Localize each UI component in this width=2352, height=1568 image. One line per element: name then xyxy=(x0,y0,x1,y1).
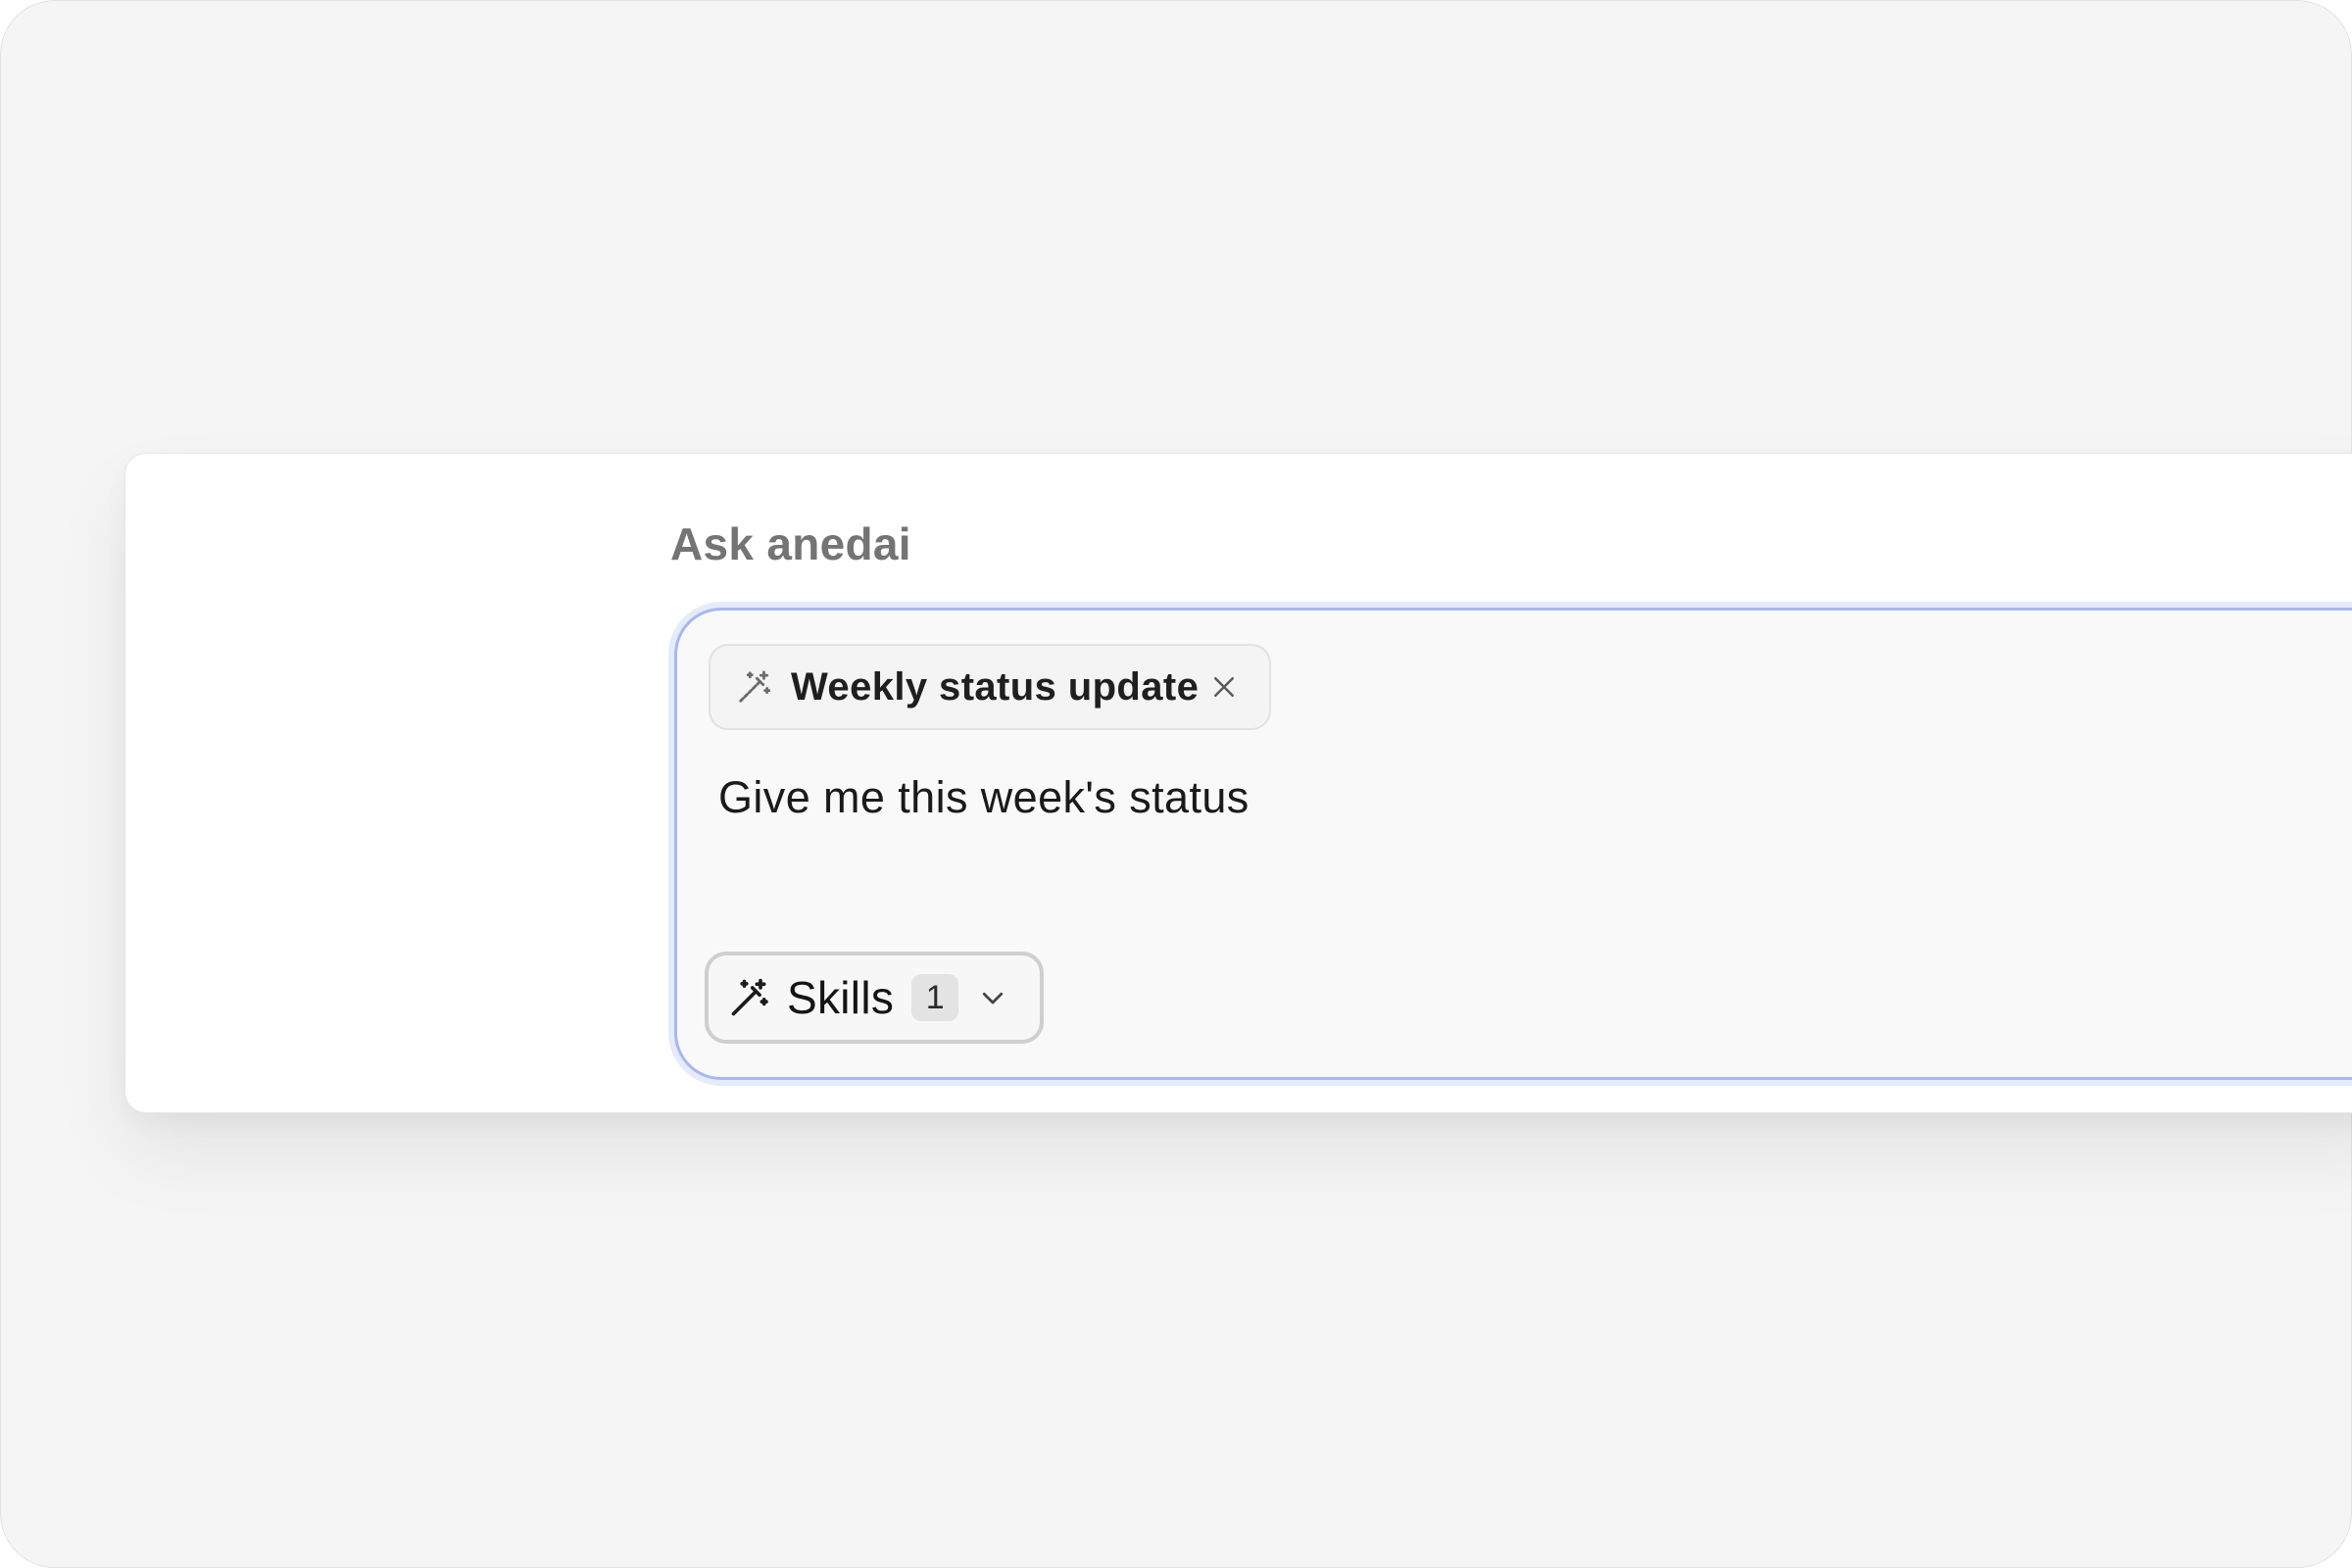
message-input[interactable]: Give me this week's status xyxy=(718,768,1250,827)
selected-skill-chip: Weekly status update xyxy=(709,644,1271,730)
skill-chip-label: Weekly status update xyxy=(791,664,1200,709)
magic-wand-icon xyxy=(728,976,771,1019)
close-icon[interactable] xyxy=(1204,667,1244,707)
skills-button[interactable]: Skills 1 xyxy=(705,952,1044,1044)
skills-button-label: Skills xyxy=(787,972,895,1023)
skills-count-badge: 1 xyxy=(911,974,959,1021)
magic-wand-icon xyxy=(736,668,773,706)
chevron-down-icon xyxy=(976,981,1009,1014)
page-title: Ask anedai xyxy=(670,518,911,569)
